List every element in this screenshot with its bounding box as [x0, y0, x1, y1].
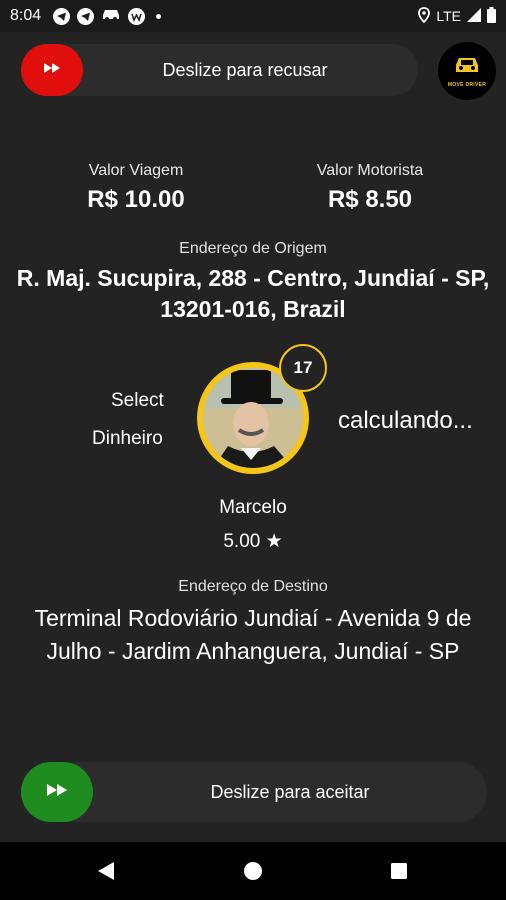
accept-slider-label: Deslize para aceitar [210, 781, 370, 802]
driver-value-label: Valor Motorista [316, 162, 424, 179]
destination-label: Endereço de Destino [178, 578, 328, 595]
battery-icon [487, 6, 496, 26]
passenger-rating: 5.00 ★ [223, 531, 283, 552]
driver-value: R$ 8.50 [327, 186, 413, 213]
reject-slider[interactable]: Deslize para recusar [21, 44, 418, 96]
signal-icon [467, 7, 481, 25]
status-time: 8:04 [10, 7, 42, 24]
wp-icon [128, 7, 146, 25]
trip-value-label: Valor Viagem [88, 162, 184, 179]
status-bar: 8:04 LTE [0, 0, 506, 32]
reject-slider-knob[interactable] [21, 44, 83, 96]
navigation-bar [0, 842, 506, 900]
trip-value: R$ 10.00 [87, 186, 185, 213]
recents-button[interactable] [369, 842, 429, 900]
logo-text: MOVE DRIVER [447, 81, 487, 88]
telegram-icon [77, 7, 95, 25]
accept-slider[interactable]: Deslize para aceitar [21, 762, 487, 822]
home-circle-icon [244, 862, 262, 880]
payment-method: Dinheiro [92, 428, 163, 449]
car-icon [101, 7, 121, 26]
app-logo: MOVE DRIVER [438, 42, 496, 100]
accept-slider-knob[interactable] [21, 762, 93, 822]
notification-icons [53, 7, 162, 26]
location-icon [418, 6, 431, 26]
destination-address: Terminal Rodoviário Jundiaí - Avenida 9 … [34, 605, 472, 664]
reject-slider-label: Deslize para recusar [162, 59, 328, 80]
back-triangle-icon [98, 862, 114, 880]
home-button[interactable] [223, 842, 283, 900]
origin-address: R. Maj. Sucupira, 288 - Centro, Jundiaí … [16, 265, 490, 322]
distance-status: calculando... [338, 407, 473, 434]
fast-forward-icon [46, 783, 68, 802]
more-notifications-dot [156, 13, 162, 19]
passenger-name: Marcelo [219, 497, 287, 518]
back-button[interactable] [76, 842, 136, 900]
recents-square-icon [391, 863, 407, 879]
payment-select[interactable]: Select [111, 390, 164, 412]
origin-label: Endereço de Origem [179, 240, 327, 257]
taxi-car-icon [452, 55, 482, 80]
telegram-icon [53, 7, 71, 25]
fast-forward-icon [43, 61, 61, 79]
notification-badge: 17 [279, 344, 327, 392]
network-type: LTE [436, 8, 461, 24]
